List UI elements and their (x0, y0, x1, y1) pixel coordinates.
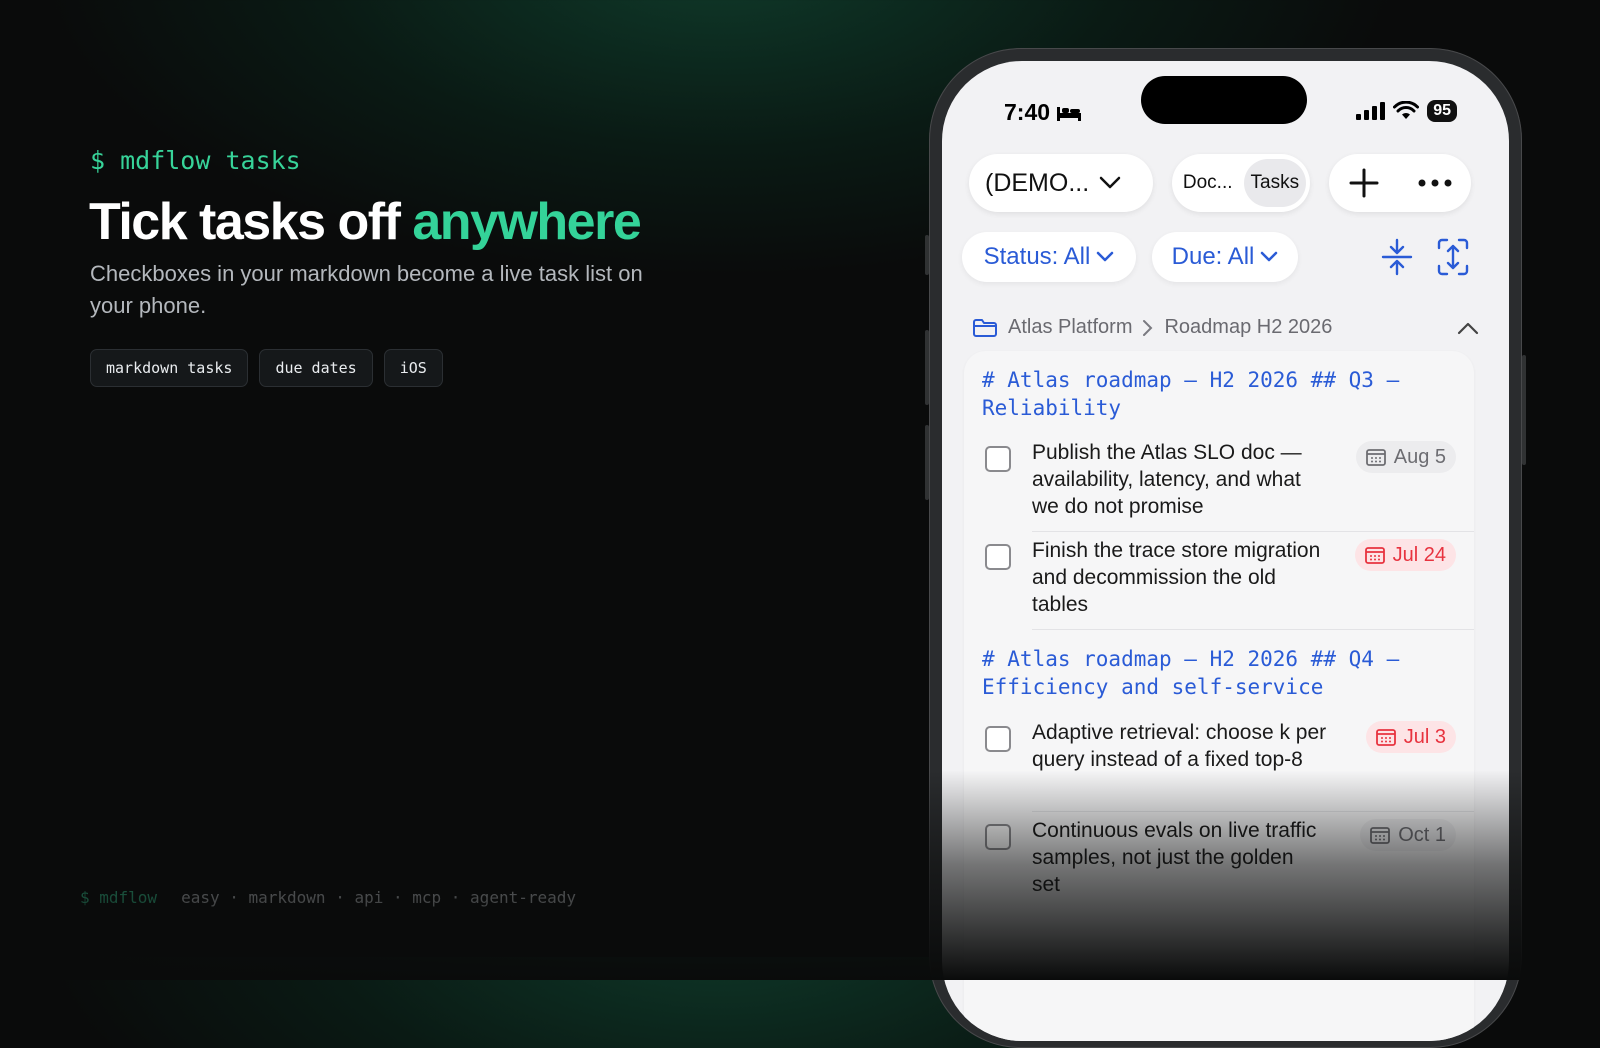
collapse-all-icon[interactable] (1380, 238, 1414, 276)
app-toolbar: (DEMO... Doc... Tasks (969, 154, 1482, 212)
breadcrumb-document[interactable]: Roadmap H2 2026 (1164, 316, 1332, 339)
footer-tagline: easy · markdown · api · mcp · agent-read… (181, 888, 577, 907)
wifi-icon (1393, 101, 1420, 119)
signal-icon (1356, 102, 1386, 120)
status-filter[interactable]: Status: All (962, 232, 1136, 282)
due-filter-label: Due: All (1171, 243, 1255, 270)
due-badge[interactable]: Aug 5 (1355, 441, 1456, 473)
chevron-down-icon (1097, 251, 1114, 262)
tab-docs[interactable]: Doc... (1176, 159, 1240, 207)
tag-ios: iOS (383, 349, 443, 387)
tag-markdown-tasks: markdown tasks (90, 349, 249, 387)
page-headline: Tick tasks off anywhere (89, 192, 642, 252)
status-filter-label: Status: All (983, 243, 1091, 270)
footer: $ mdflow easy · markdown · api · mcp · ag… (80, 888, 576, 907)
chevron-down-icon (1261, 251, 1278, 262)
section-heading: # Atlas roadmap — H2 2026 ## Q3 — Reliab… (982, 368, 1400, 420)
chevron-right-icon (1143, 319, 1153, 336)
due-badge[interactable]: Oct 1 (1360, 819, 1456, 851)
tag-due-dates: due dates (259, 349, 373, 387)
project-selector[interactable]: (DEMO... (969, 154, 1153, 212)
headline-main: Tick tasks off (89, 193, 413, 251)
section-heading: # Atlas roadmap — H2 2026 ## Q4 — Effici… (982, 647, 1400, 699)
due-date: Aug 5 (1393, 445, 1446, 468)
task-checkbox[interactable] (985, 726, 1011, 752)
row-divider (1032, 531, 1474, 532)
more-icon[interactable] (1417, 178, 1453, 188)
add-icon[interactable] (1348, 167, 1380, 199)
due-badge-overdue[interactable]: Jul 24 (1354, 539, 1456, 571)
task-text: Publish the Atlas SLO doc — availability… (1032, 441, 1302, 518)
task-checkbox[interactable] (985, 544, 1011, 570)
task-text: Adaptive retrieval: choose k per query i… (1032, 721, 1327, 771)
phone-side-button (925, 235, 929, 275)
project-name: (DEMO... (985, 168, 1090, 197)
phone-side-button (1522, 355, 1526, 465)
feature-tags: markdown tasks due dates iOS (90, 349, 443, 387)
footer-brand: $ mdflow (80, 888, 158, 907)
tab-tasks[interactable]: Tasks (1243, 159, 1307, 207)
row-divider (1032, 811, 1474, 812)
calendar-icon (1370, 827, 1391, 844)
expand-all-icon[interactable] (1436, 238, 1470, 276)
chevron-down-icon (1099, 176, 1121, 189)
task-checkbox[interactable] (985, 824, 1011, 850)
battery-indicator: 95 (1427, 100, 1457, 122)
due-date: Oct 1 (1398, 823, 1446, 846)
status-time-text: 7:40 (1004, 99, 1051, 125)
bed-icon (1057, 106, 1082, 121)
calendar-icon (1365, 449, 1386, 466)
system-icons: 95 (1355, 100, 1457, 122)
due-date: Jul 24 (1392, 543, 1446, 566)
task-list-card: # Atlas roadmap — H2 2026 ## Q3 — Reliab… (964, 351, 1474, 1041)
task-text: Continuous evals on live traffic samples… (1032, 819, 1317, 896)
task-text: Finish the trace store migration and dec… (1032, 539, 1321, 616)
breadcrumb: Atlas Platform Roadmap H2 2026 (972, 316, 1479, 339)
calendar-icon (1375, 729, 1396, 746)
filter-bar: Status: All Due: All (962, 232, 1489, 282)
status-time: 7:40 (1004, 99, 1082, 126)
page-subtitle: Checkboxes in your markdown become a liv… (90, 261, 643, 318)
breadcrumb-workspace[interactable]: Atlas Platform (1008, 316, 1132, 339)
headline-accent: anywhere (412, 193, 641, 251)
command-prompt: $ mdflow tasks (90, 146, 301, 175)
folder-icon (973, 318, 997, 337)
row-divider (1032, 629, 1474, 630)
status-bar: 7:40 95 (942, 95, 1509, 129)
toolbar-actions (1329, 154, 1471, 212)
view-switcher: Doc... Tasks (1172, 154, 1310, 212)
chevron-up-icon[interactable] (1457, 321, 1479, 335)
due-filter[interactable]: Due: All (1152, 232, 1298, 282)
phone-screen: 7:40 95 (DEMO... Doc... Tasks Status: Al… (942, 61, 1509, 1041)
due-badge-overdue[interactable]: Jul 3 (1365, 721, 1456, 753)
due-date: Jul 3 (1403, 725, 1446, 748)
phone-side-button (925, 330, 929, 405)
calendar-icon (1364, 547, 1385, 564)
task-checkbox[interactable] (985, 446, 1011, 472)
phone-side-button (925, 425, 929, 500)
